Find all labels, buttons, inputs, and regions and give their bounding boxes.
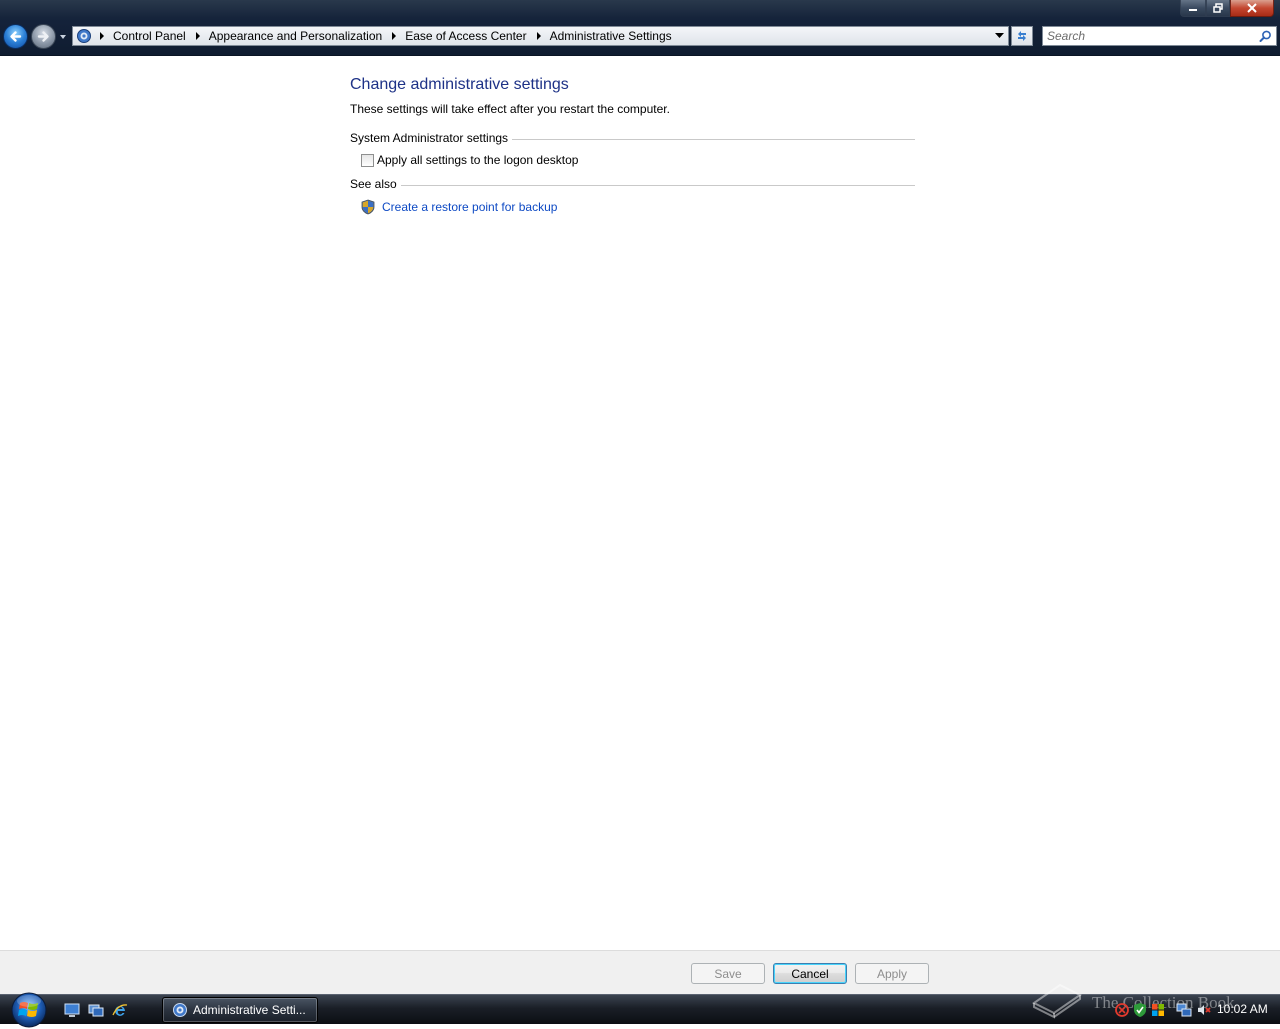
group-divider (512, 138, 915, 140)
search-icon[interactable] (1259, 30, 1272, 43)
breadcrumb-administrative-settings[interactable]: Administrative Settings (545, 29, 678, 43)
see-also-group-header: See also (350, 176, 915, 192)
refresh-icon (1018, 31, 1026, 41)
taskbar-button-administrative-settings[interactable]: Administrative Setti... (162, 997, 318, 1023)
network-icon[interactable] (1176, 1002, 1192, 1018)
save-button[interactable]: Save (691, 963, 765, 984)
restore-button[interactable] (1206, 0, 1230, 17)
refresh-button[interactable] (1011, 26, 1033, 46)
page-description: These settings will take effect after yo… (350, 102, 670, 116)
volume-muted-icon[interactable] (1196, 1002, 1212, 1018)
admin-settings-group-header: System Administrator settings (350, 130, 915, 146)
security-alert-icon[interactable] (1132, 1002, 1148, 1018)
breadcrumb-control-panel[interactable]: Control Panel (108, 29, 192, 43)
defender-icon[interactable] (1114, 1002, 1130, 1018)
switch-windows-icon[interactable] (88, 1002, 104, 1018)
forward-button[interactable] (31, 24, 56, 49)
search-input[interactable] (1043, 27, 1253, 45)
windows-update-icon[interactable] (1150, 1002, 1166, 1018)
restore-icon (1213, 3, 1223, 13)
logon-desktop-option[interactable]: Apply all settings to the logon desktop (361, 152, 578, 168)
taskbar-button-label: Administrative Setti... (193, 1003, 306, 1017)
restore-point-link-row[interactable]: Create a restore point for backup (360, 198, 557, 216)
group-header-label: System Administrator settings (350, 131, 509, 145)
content-area: Change administrative settings These set… (0, 57, 1280, 950)
logon-desktop-checkbox[interactable] (361, 153, 374, 167)
restore-point-link[interactable]: Create a restore point for backup (382, 200, 557, 214)
recent-pages-button[interactable] (58, 31, 68, 41)
minimize-icon (1189, 9, 1197, 11)
book-icon (1032, 983, 1082, 1019)
address-bar[interactable]: Control Panel Appearance and Personaliza… (72, 26, 1009, 46)
group-divider (400, 184, 915, 186)
chevron-down-icon (60, 35, 66, 39)
forward-arrow-icon (37, 31, 49, 42)
logon-desktop-checkbox-label[interactable]: Apply all settings to the logon desktop (377, 153, 578, 167)
breadcrumb-appearance-and-personalization[interactable]: Appearance and Personalization (204, 29, 388, 43)
minimize-button[interactable] (1180, 0, 1206, 17)
breadcrumb-separator-icon[interactable] (192, 26, 204, 46)
back-arrow-icon (10, 31, 22, 42)
windows-orb-icon[interactable] (7, 989, 51, 1029)
breadcrumb-separator-icon[interactable] (388, 26, 400, 46)
back-button[interactable] (3, 24, 28, 49)
apply-button[interactable]: Apply (855, 963, 929, 984)
search-box[interactable] (1042, 26, 1277, 46)
close-icon (1247, 3, 1257, 13)
page-title: Change administrative settings (350, 76, 569, 93)
taskbar: Administrative Setti... The Collection B… (0, 983, 1280, 1028)
close-button[interactable] (1230, 0, 1274, 17)
group-header-label: See also (350, 177, 397, 191)
breadcrumb-ease-of-access-center[interactable]: Ease of Access Center (400, 29, 532, 43)
caption-buttons (1180, 0, 1274, 17)
shield-icon (361, 199, 375, 215)
show-desktop-icon[interactable] (64, 1002, 80, 1018)
address-dropdown-icon[interactable] (995, 33, 1004, 39)
breadcrumb-separator-icon[interactable] (96, 26, 108, 46)
breadcrumb-separator-icon[interactable] (533, 26, 545, 46)
control-panel-icon (173, 1003, 187, 1017)
taskbar-clock[interactable]: 10:02 AM (1217, 1002, 1268, 1016)
control-panel-icon (77, 29, 91, 43)
window-chrome: Control Panel Appearance and Personaliza… (0, 0, 1280, 56)
cancel-button[interactable]: Cancel (773, 963, 847, 984)
internet-explorer-icon[interactable] (112, 1002, 128, 1018)
